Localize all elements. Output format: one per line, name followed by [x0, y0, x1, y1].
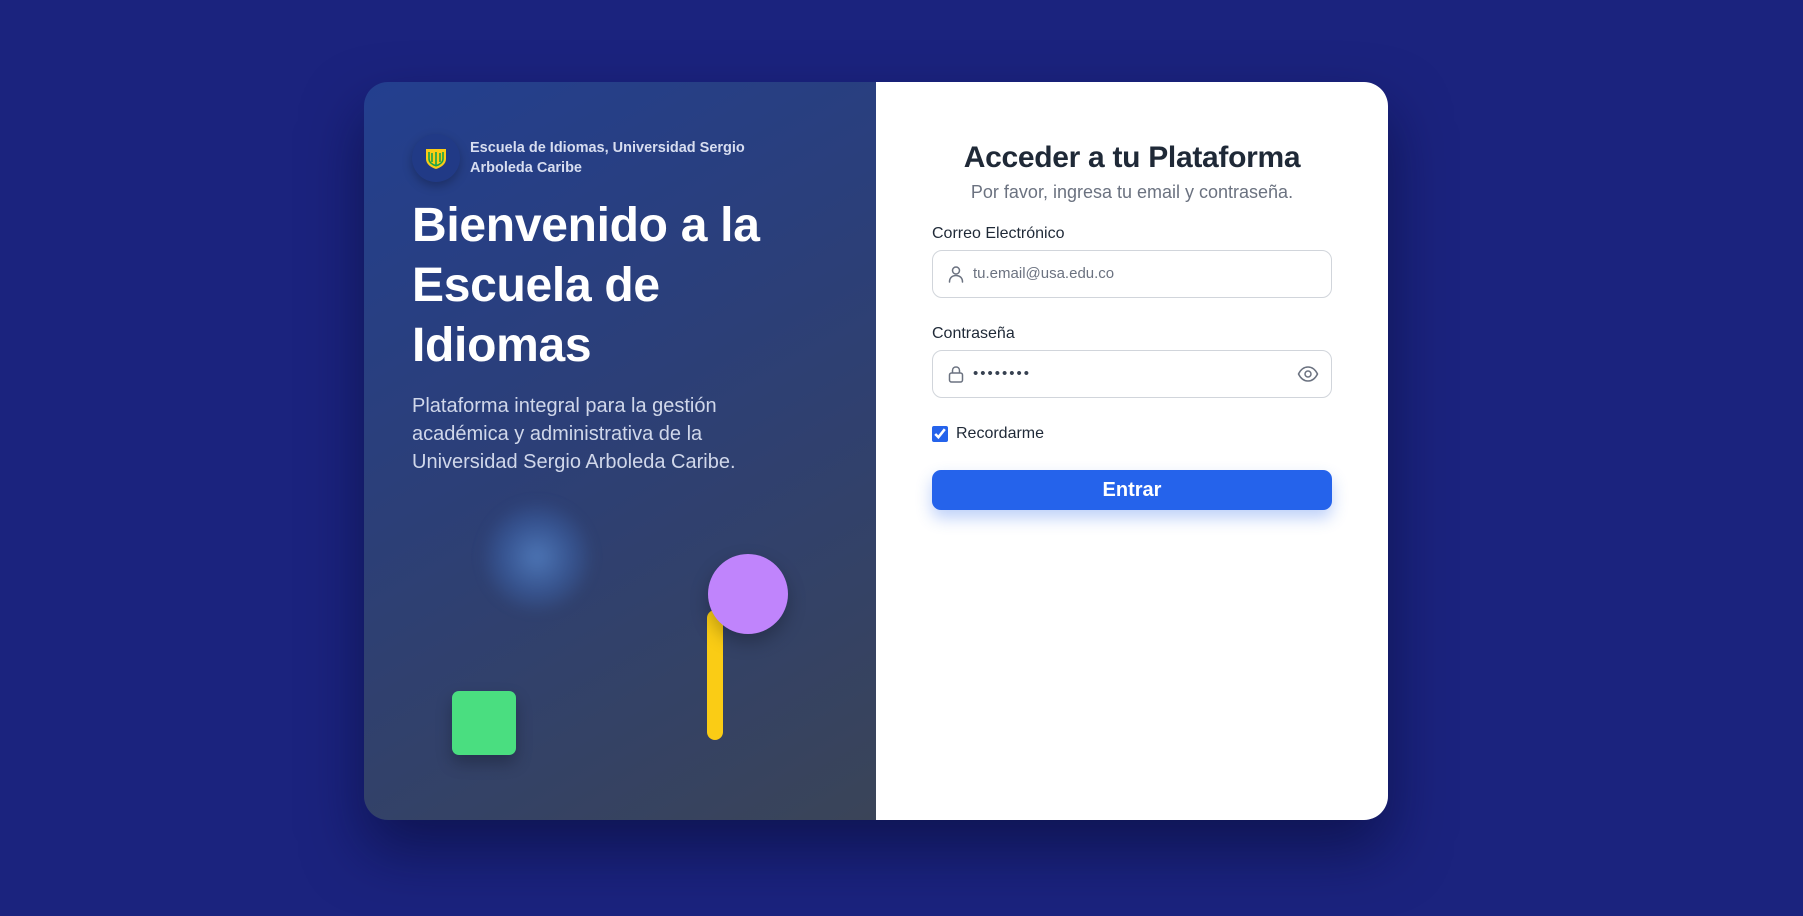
hero-title: Bienvenido a la Escuela de Idiomas: [412, 199, 760, 372]
password-label: Contraseña: [932, 325, 1015, 342]
login-form-panel: Acceder a tu Plataforma Por favor, ingre…: [876, 82, 1388, 820]
decorative-glow: [482, 502, 592, 612]
decorative-purple-circle: [708, 554, 788, 634]
remember-me[interactable]: Recordarme: [932, 424, 1044, 444]
password-field-wrapper: [932, 350, 1332, 398]
form-title: Acceder a tu Plataforma: [963, 141, 1301, 174]
email-input[interactable]: [973, 251, 1283, 296]
brand-header: Escuela de Idiomas, Universidad Sergio A…: [412, 134, 810, 182]
remember-label: Recordarme: [956, 425, 1045, 442]
remember-checkbox[interactable]: [932, 426, 948, 442]
user-icon: [948, 266, 964, 283]
brand-name: Escuela de Idiomas, Universidad Sergio A…: [470, 140, 745, 176]
login-button[interactable]: Entrar: [932, 470, 1332, 510]
password-input[interactable]: [973, 351, 1283, 396]
welcome-panel: Escuela de Idiomas, Universidad Sergio A…: [364, 82, 876, 820]
hero-subtitle: Plataforma integral para la gestión acad…: [412, 395, 736, 473]
email-field-wrapper: [932, 250, 1332, 298]
decorative-yellow-bar: [707, 610, 723, 740]
lock-icon: [948, 366, 964, 383]
eye-icon[interactable]: [1297, 364, 1319, 384]
email-label: Correo Electrónico: [932, 225, 1065, 242]
university-shield-icon: [412, 134, 460, 182]
form-subtitle: Por favor, ingresa tu email y contraseña…: [970, 182, 1294, 202]
decorative-green-square: [452, 691, 516, 755]
login-card: Escuela de Idiomas, Universidad Sergio A…: [364, 82, 1388, 820]
